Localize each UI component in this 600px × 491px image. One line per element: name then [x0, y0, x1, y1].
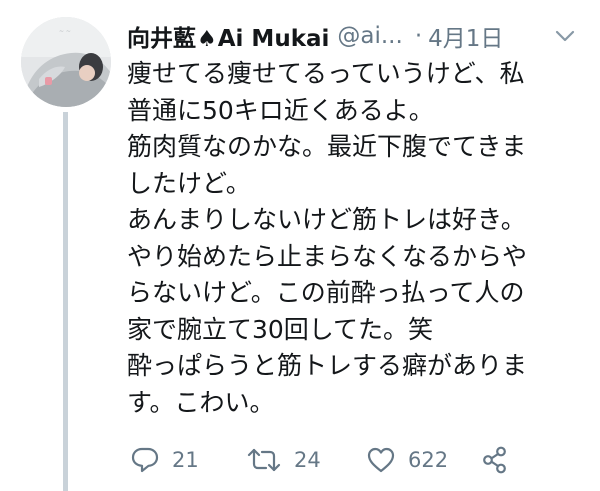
- tweet-line: したけど。: [127, 168, 251, 198]
- action-bar: 21 24 622: [130, 443, 550, 477]
- svg-text:~ ~: ~ ~: [59, 28, 71, 35]
- tweet-line: やり始めたら止まらなくなるからや: [127, 241, 528, 271]
- reply-icon: [131, 447, 159, 473]
- separator-dot: ·: [414, 23, 423, 49]
- display-name-en: Ai Mukai: [217, 26, 330, 52]
- tweet-line: 普通に50キロ近くあるよ。: [127, 95, 434, 125]
- retweet-icon: [247, 448, 281, 472]
- tweet-line: あんまりしないけど筋トレは好き。: [127, 205, 526, 234]
- display-name[interactable]: 向井藍♠Ai Mukai: [127, 19, 329, 53]
- display-name-jp: 向井藍: [127, 26, 196, 52]
- retweet-count: 24: [294, 448, 321, 472]
- thread-line: [63, 112, 68, 491]
- share-icon: [483, 446, 506, 474]
- avatar[interactable]: ~ ~: [21, 17, 111, 107]
- tweet: ~ ~ 向井藍♠Ai Mukai @ai... · 4月1日 痩せてる痩せてるっ…: [0, 0, 600, 491]
- avatar-photo: ~ ~: [21, 17, 111, 107]
- like-count: 622: [408, 448, 449, 472]
- tweet-body: 痩せてる痩せてるっていうけど、私 普通に50キロ近くあるよ。 筋肉質なのかな。最…: [127, 56, 597, 421]
- tweet-line: す。こわい。: [127, 387, 275, 417]
- chevron-down-icon[interactable]: [552, 24, 578, 48]
- tweet-line: 酔っぱらうと筋トレする癖がありま: [127, 351, 528, 380]
- share-button[interactable]: [480, 443, 510, 477]
- like-button[interactable]: 622: [366, 443, 448, 477]
- tweet-date[interactable]: 4月1日: [428, 19, 503, 53]
- spade-icon: ♠: [197, 27, 217, 52]
- retweet-button[interactable]: 24: [246, 443, 321, 477]
- user-handle[interactable]: @ai...: [337, 23, 402, 49]
- tweet-line: 家で腕立て30回してた。笑: [127, 314, 434, 344]
- reply-count: 21: [172, 448, 199, 472]
- tweet-header: 向井藍♠Ai Mukai @ai... · 4月1日: [127, 18, 503, 54]
- tweet-line: らないけど。この前酔っ払って人の: [127, 278, 525, 307]
- tweet-line: 筋肉質なのかな。最近下腹でてきま: [127, 132, 527, 161]
- tweet-line: 痩せてる痩せてるっていうけど、私: [127, 59, 525, 88]
- reply-button[interactable]: 21: [130, 443, 199, 477]
- heart-icon: [367, 447, 395, 473]
